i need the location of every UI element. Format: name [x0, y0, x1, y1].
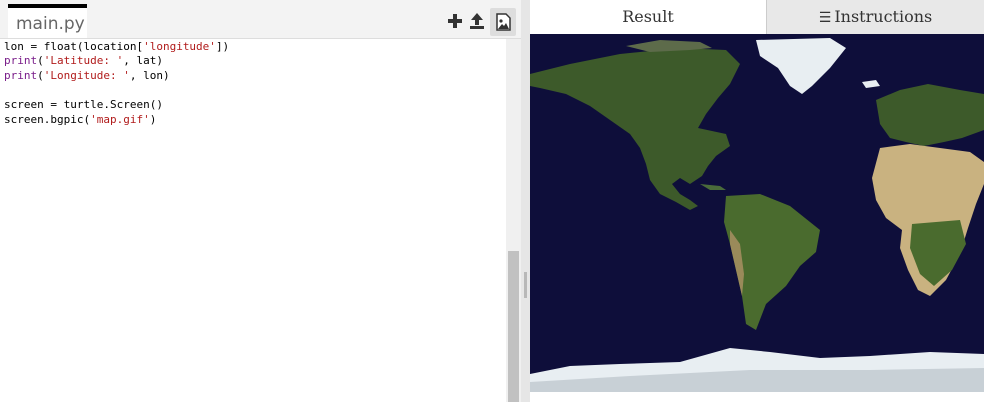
- editor-scrollbar-thumb[interactable]: [508, 251, 519, 402]
- code-token: print: [4, 54, 38, 68]
- resize-grip: [524, 272, 527, 298]
- code-token: print: [4, 68, 38, 82]
- tab-result[interactable]: Result: [530, 0, 766, 34]
- code-token: ]): [215, 39, 230, 53]
- editor-pane: main.py lat = float(location['latitude']…: [0, 0, 522, 402]
- output-pane: Result ☰ Instructions: [530, 0, 984, 402]
- code-line: screen = turtle.Screen(): [4, 98, 229, 113]
- editor-scrollbar[interactable]: [506, 39, 521, 402]
- image-icon: [496, 13, 511, 31]
- code-token: 'longitude': [143, 39, 216, 53]
- world-map-canvas: [530, 34, 984, 392]
- code-token: 'Longitude: ': [43, 68, 130, 82]
- code-token: (: [37, 54, 44, 68]
- world-map-image: [530, 34, 984, 392]
- code-token: , lat): [123, 54, 163, 68]
- code-editor[interactable]: lat = float(location['latitude'])lon = f…: [0, 39, 506, 402]
- code-token: screen = turtle.Screen(): [4, 97, 163, 111]
- code-token: screen.bgpic(: [4, 112, 91, 126]
- code-token: ): [149, 112, 157, 126]
- tab-instructions-label: Instructions: [834, 7, 933, 26]
- code-line: screen.bgpic('map.gif'): [4, 113, 229, 128]
- list-icon: ☰: [818, 10, 832, 26]
- image-library-button[interactable]: [490, 8, 516, 36]
- file-tab-main-py[interactable]: main.py: [8, 4, 87, 38]
- code-line: lon = float(location['longitude']): [4, 40, 229, 55]
- code-token: lon = float(location[: [4, 39, 144, 53]
- code-lines: lat = float(location['latitude'])lon = f…: [4, 39, 229, 127]
- plus-icon: [448, 14, 462, 28]
- code-line: print('Latitude: ', lat): [4, 54, 229, 69]
- code-token: , lon): [129, 68, 170, 82]
- tab-instructions[interactable]: ☰ Instructions: [766, 0, 984, 34]
- pane-resize-handle[interactable]: [521, 0, 530, 402]
- code-token: 'Latitude: ': [43, 54, 124, 68]
- editor-header: main.py: [0, 0, 521, 39]
- code-token: (: [37, 68, 44, 82]
- add-file-button[interactable]: [445, 10, 465, 32]
- code-line: print('Longitude: ', lon): [4, 69, 229, 84]
- tab-result-label: Result: [622, 7, 674, 26]
- upload-icon: [470, 13, 484, 29]
- code-token: 'map.gif': [90, 112, 150, 126]
- file-tab-label: main.py: [16, 14, 85, 34]
- upload-file-button[interactable]: [467, 10, 487, 32]
